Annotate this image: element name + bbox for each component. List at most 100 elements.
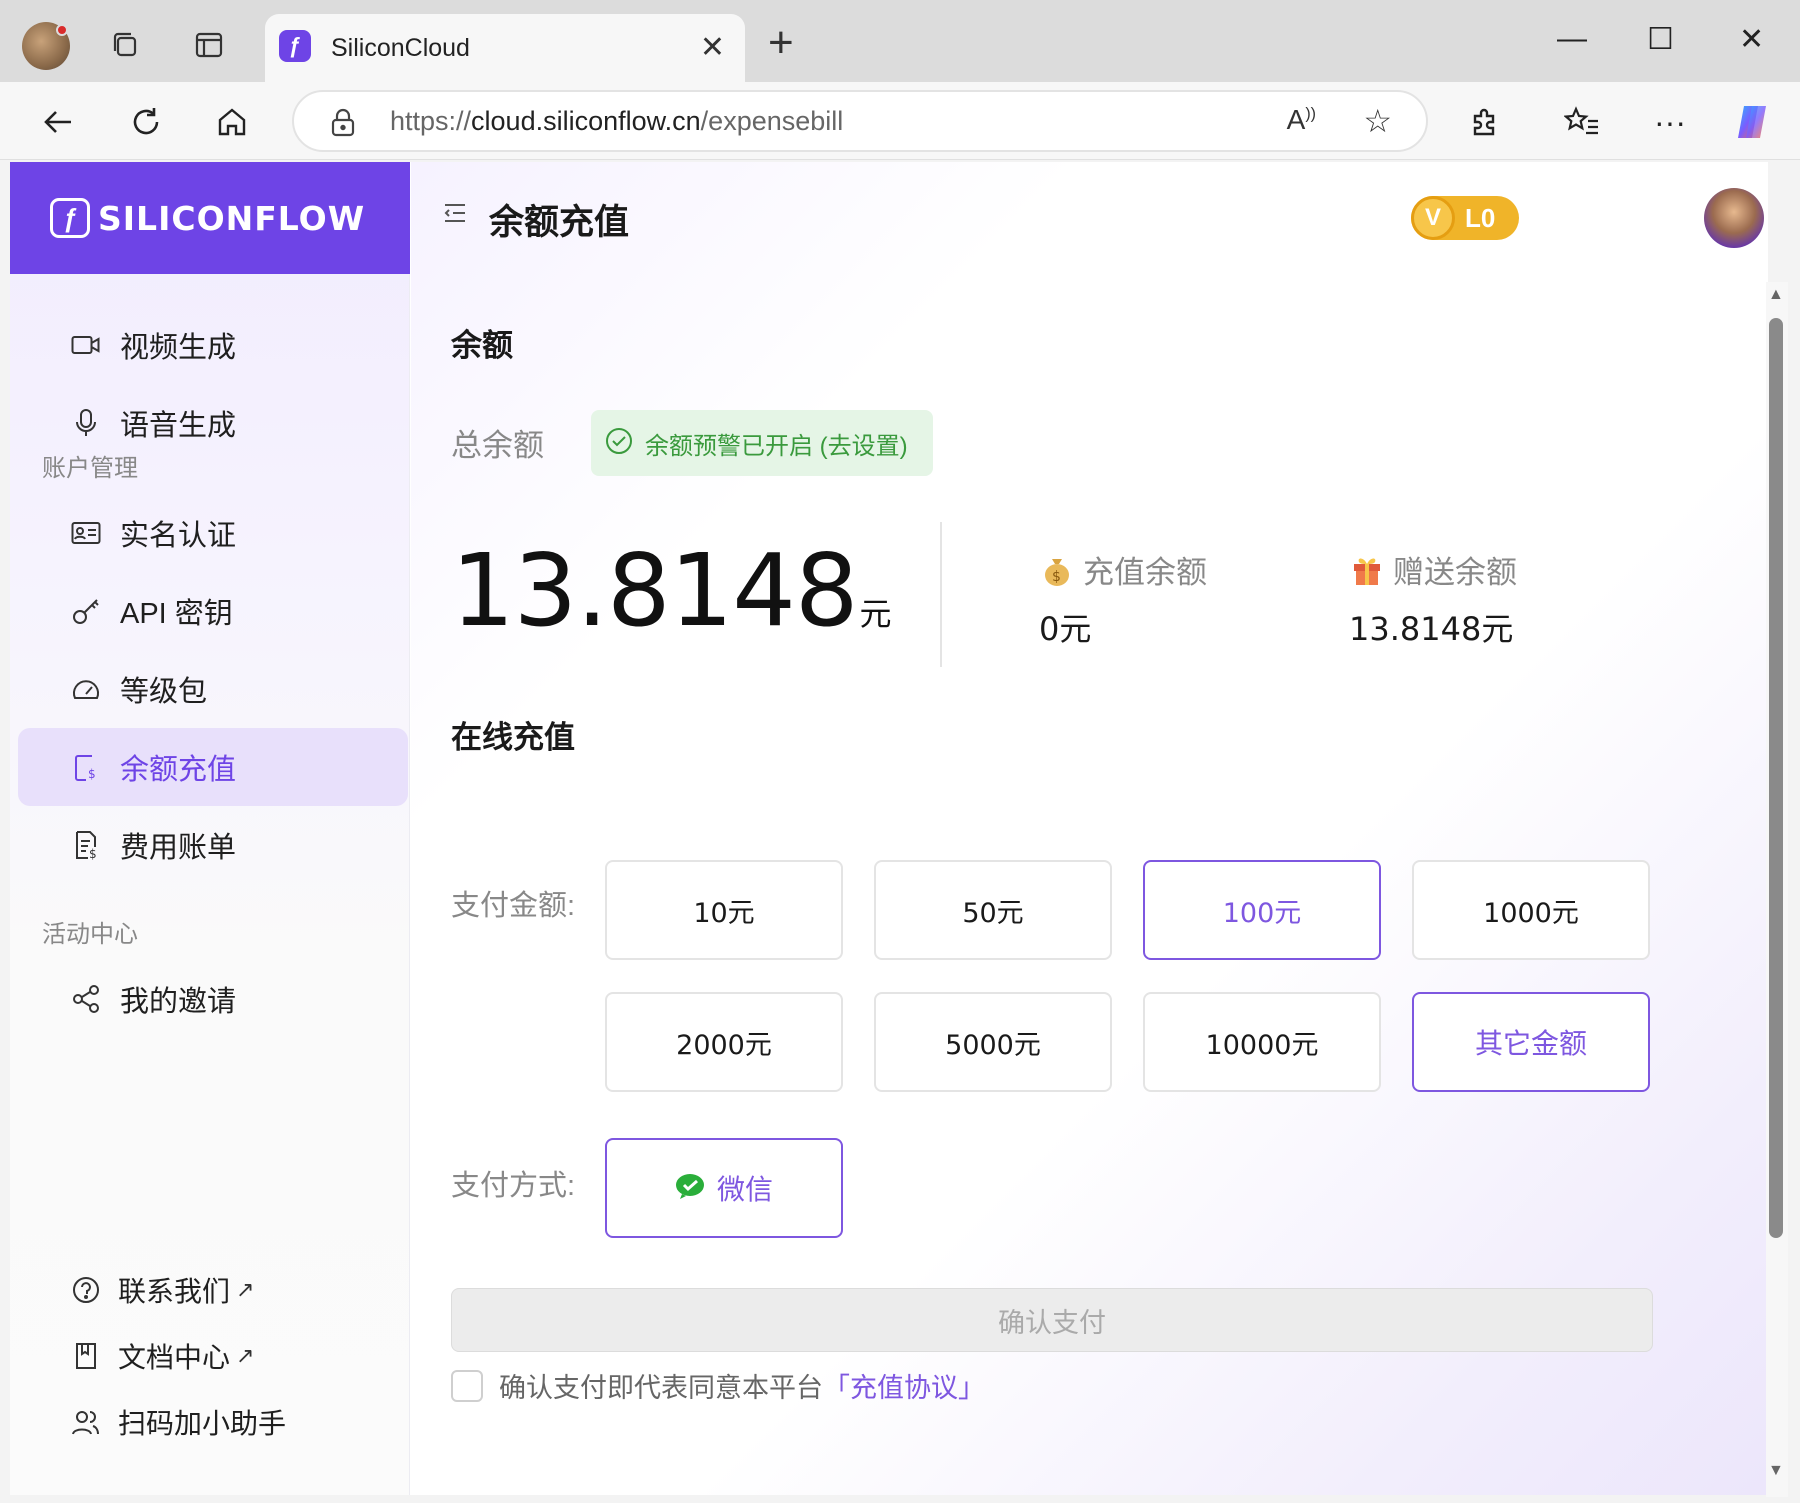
amount-option-100[interactable]: 100元 — [1143, 860, 1381, 960]
contact-label: 联系我们 — [118, 1276, 231, 1307]
users-icon — [70, 1406, 102, 1438]
close-window-icon[interactable]: ✕ — [1739, 22, 1764, 57]
gauge-icon — [70, 673, 102, 705]
vip-level: L0 — [1465, 202, 1496, 233]
svg-text:$: $ — [88, 767, 96, 781]
share-icon — [70, 983, 102, 1015]
confirm-payment-button[interactable]: 确认支付 — [451, 1288, 1653, 1352]
scroll-down-icon[interactable]: ▼ — [1768, 1462, 1784, 1480]
docs-label: 文档中心 — [118, 1342, 231, 1373]
sidebar-item-invitation[interactable]: 我的邀请 — [18, 960, 408, 1038]
section-label-activity: 活动中心 — [42, 921, 138, 948]
bill-icon: $ — [70, 829, 102, 861]
page-title: 余额充值 — [489, 203, 630, 242]
microphone-icon — [70, 407, 102, 439]
book-icon — [70, 1340, 102, 1372]
brand-name: SILICONFLOW — [98, 198, 366, 238]
recharge-balance: $ 充值余额 0元 — [1039, 547, 1207, 650]
gift-icon — [1349, 552, 1385, 588]
section-label-account: 账户管理 — [42, 455, 138, 482]
back-icon[interactable] — [36, 100, 80, 144]
sidebar-docs-link[interactable]: 文档中心 ↗ — [70, 1336, 254, 1376]
gift-balance-value: 13.8148元 — [1349, 610, 1514, 648]
recharge-balance-value: 0元 — [1039, 610, 1092, 648]
address-bar[interactable]: https://cloud.siliconflow.cn/expensebill… — [292, 90, 1428, 152]
recharge-balance-label: 充值余额 — [1083, 555, 1207, 590]
id-card-icon — [70, 517, 102, 549]
amount-option-10000[interactable]: 10000元 — [1143, 992, 1381, 1092]
vip-icon: V — [1411, 196, 1455, 240]
tab-actions-icon[interactable] — [192, 28, 226, 62]
favorite-star-icon[interactable]: ☆ — [1363, 102, 1392, 140]
home-icon[interactable] — [210, 100, 254, 144]
online-recharge-heading: 在线充值 — [451, 720, 575, 755]
amount-option-1000[interactable]: 1000元 — [1412, 860, 1650, 960]
sidebar-contact-link[interactable]: 联系我们 ↗ — [70, 1270, 254, 1310]
gift-balance: 赠送余额 13.8148元 — [1349, 547, 1517, 650]
scroll-up-icon[interactable]: ▲ — [1768, 286, 1784, 304]
sidebar-assistant-link[interactable]: 扫码加小助手 — [70, 1402, 286, 1442]
scrollbar-thumb[interactable] — [1769, 318, 1783, 1238]
browser-tab-active[interactable]: ƒ SiliconCloud ✕ — [265, 14, 745, 82]
url-text[interactable]: https://cloud.siliconflow.cn/expensebill — [390, 106, 843, 137]
amount-option-5000[interactable]: 5000元 — [874, 992, 1112, 1092]
new-tab-icon[interactable]: + — [768, 18, 794, 68]
close-tab-icon[interactable]: ✕ — [700, 30, 725, 65]
payment-method-label: 支付方式: — [451, 1170, 576, 1202]
balance-divider — [940, 522, 942, 667]
key-icon — [70, 595, 102, 627]
user-avatar[interactable] — [1704, 188, 1764, 248]
wechat-icon — [675, 1172, 707, 1205]
sidebar-item-label: 语音生成 — [120, 410, 237, 442]
copilot-icon[interactable] — [1730, 100, 1774, 144]
recharge-icon: $ — [70, 751, 102, 783]
read-aloud-icon[interactable]: A)) — [1287, 104, 1316, 136]
tab-title: SiliconCloud — [331, 34, 470, 62]
sidebar-item-label: API 密钥 — [120, 598, 233, 630]
minimize-icon[interactable]: — — [1557, 22, 1587, 56]
svg-text:$: $ — [1052, 569, 1061, 585]
sidebar-item-label: 费用账单 — [120, 832, 237, 864]
recharge-agreement-link[interactable]: 「充值协议」 — [823, 1366, 985, 1405]
sidebar-item-label: 我的邀请 — [120, 986, 237, 1018]
vip-level-badge[interactable]: V L0 — [1411, 196, 1519, 240]
maximize-icon[interactable]: ☐ — [1647, 22, 1674, 57]
gift-balance-label: 赠送余额 — [1393, 555, 1517, 590]
browser-toolbar: https://cloud.siliconflow.cn/expensebill… — [0, 82, 1800, 160]
brand-logo[interactable]: ƒ SILICONFLOW — [10, 162, 410, 274]
money-bag-icon: $ — [1039, 552, 1075, 588]
amount-option-other[interactable]: 其它金额 — [1412, 992, 1650, 1092]
sidebar-item-api-key[interactable]: API 密钥 — [18, 572, 408, 650]
favorites-list-icon[interactable] — [1560, 100, 1604, 144]
video-icon — [70, 329, 102, 361]
total-balance-value: 13.8148元 — [451, 532, 892, 649]
sidebar: ƒ SILICONFLOW 视频生成 语音生成 账户管理 实名认证 API 密钥… — [10, 162, 410, 1495]
workspaces-icon[interactable] — [108, 28, 142, 62]
refresh-icon[interactable] — [124, 100, 168, 144]
external-link-icon: ↗ — [236, 1277, 255, 1302]
amount-option-50[interactable]: 50元 — [874, 860, 1112, 960]
lock-icon[interactable] — [330, 108, 356, 143]
sidebar-item-label: 余额充值 — [120, 754, 237, 786]
payment-method-wechat[interactable]: 微信 — [605, 1138, 843, 1238]
siliconflow-logo-icon: ƒ — [50, 198, 90, 238]
agreement-checkbox[interactable] — [451, 1369, 483, 1402]
balance-alert-badge[interactable]: 余额预警已开启 (去设置) — [591, 410, 933, 476]
sidebar-item-recharge[interactable]: $ 余额充值 — [18, 728, 408, 806]
amount-option-2000[interactable]: 2000元 — [605, 992, 843, 1092]
extensions-icon[interactable] — [1462, 100, 1506, 144]
agreement-text: 确认支付即代表同意本平台 — [499, 1373, 823, 1403]
sidebar-item-billing[interactable]: $ 费用账单 — [18, 806, 408, 884]
alert-text: 余额预警已开启 (去设置) — [645, 432, 908, 460]
sidebar-item-video[interactable]: 视频生成 — [18, 306, 408, 384]
amount-option-10[interactable]: 10元 — [605, 860, 843, 960]
sidebar-item-level-pack[interactable]: 等级包 — [18, 650, 408, 728]
total-balance-label: 总余额 — [451, 428, 544, 463]
web-page: ƒ SILICONFLOW 视频生成 语音生成 账户管理 实名认证 API 密钥… — [10, 162, 1768, 1495]
profile-avatar[interactable] — [22, 22, 70, 70]
sidebar-item-verification[interactable]: 实名认证 — [18, 494, 408, 572]
collapse-menu-icon[interactable] — [443, 202, 467, 229]
more-menu-icon[interactable]: ··· — [1648, 100, 1692, 144]
help-icon — [70, 1274, 102, 1306]
sidebar-item-label: 等级包 — [120, 676, 208, 708]
